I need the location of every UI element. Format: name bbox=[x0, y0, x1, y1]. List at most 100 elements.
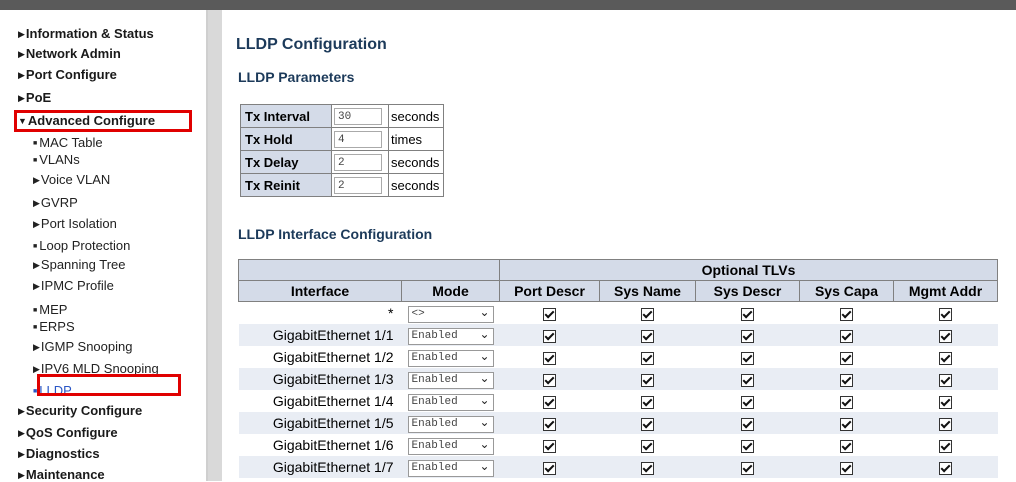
page-title: LLDP Configuration bbox=[236, 36, 387, 53]
sidebar-sub-gvrp[interactable]: ▶GVRP bbox=[33, 195, 78, 210]
mode-select[interactable]: Enabled ⌄ bbox=[407, 350, 494, 367]
table-row: GigabitEthernet 1/5 Enabled ⌄ bbox=[238, 412, 998, 434]
table-row: * <> ⌄ bbox=[238, 301, 998, 324]
sidebar-sub-voice-vlan[interactable]: ▶Voice VLAN bbox=[33, 172, 110, 187]
sys-capa-checkbox[interactable] bbox=[840, 307, 853, 321]
sys-descr-checkbox[interactable] bbox=[741, 373, 754, 387]
caret-right-icon: ▶ bbox=[33, 281, 40, 291]
sidebar-item-maintenance[interactable]: ▶Maintenance bbox=[18, 467, 105, 482]
sys-name-checkbox[interactable] bbox=[641, 307, 654, 321]
mgmt-addr-checkbox[interactable] bbox=[939, 329, 952, 343]
sidebar-sub-igmp-snooping[interactable]: ▶IGMP Snooping bbox=[33, 339, 132, 354]
chevron-down-icon: ⌄ bbox=[479, 372, 490, 386]
param-unit: times bbox=[387, 127, 445, 151]
table-row: GigabitEthernet 1/1 Enabled ⌄ bbox=[238, 324, 998, 346]
sys-descr-checkbox[interactable] bbox=[741, 439, 754, 453]
sys-name-checkbox[interactable] bbox=[641, 329, 654, 343]
sys-name-checkbox[interactable] bbox=[641, 461, 654, 475]
sidebar-sub-vlans[interactable]: ■ VLANs bbox=[33, 152, 80, 167]
table-header-row: Interface Mode Port Descr Sys Name Sys D… bbox=[238, 280, 999, 302]
mode-value: Enabled bbox=[411, 374, 458, 386]
port-descr-checkbox[interactable] bbox=[543, 395, 556, 409]
mode-value: Enabled bbox=[411, 330, 458, 342]
header-optional-tlvs: Optional TLVs bbox=[498, 259, 999, 281]
sys-capa-checkbox[interactable] bbox=[840, 439, 853, 453]
header-port-descr: Port Descr bbox=[499, 280, 600, 302]
interface-name: GigabitEthernet 1/3 bbox=[238, 368, 402, 390]
bullet-icon: ■ bbox=[33, 324, 38, 331]
sidebar-item-port-configure[interactable]: ▶Port Configure bbox=[18, 67, 117, 82]
sidebar-item-qos-configure[interactable]: ▶QoS Configure bbox=[18, 425, 118, 440]
sys-descr-checkbox[interactable] bbox=[741, 329, 754, 343]
header-sys-capa: Sys Capa bbox=[799, 280, 894, 302]
sidebar-sub-port-isolation[interactable]: ▶Port Isolation bbox=[33, 216, 117, 231]
mgmt-addr-checkbox[interactable] bbox=[939, 373, 952, 387]
mode-select[interactable]: Enabled ⌄ bbox=[407, 328, 494, 345]
port-descr-checkbox[interactable] bbox=[543, 307, 556, 321]
port-descr-checkbox[interactable] bbox=[543, 373, 556, 387]
caret-right-icon: ▶ bbox=[18, 449, 25, 459]
sidebar-item-information-status[interactable]: ▶Information & Status bbox=[18, 26, 154, 41]
sys-name-checkbox[interactable] bbox=[641, 373, 654, 387]
tx-hold-input[interactable] bbox=[334, 131, 382, 149]
mode-select[interactable]: Enabled ⌄ bbox=[407, 372, 494, 389]
sidebar-sub-ipmc-profile[interactable]: ▶IPMC Profile bbox=[33, 278, 114, 293]
interface-name: GigabitEthernet 1/1 bbox=[238, 324, 402, 346]
header-mgmt-addr: Mgmt Addr bbox=[892, 280, 999, 302]
sys-capa-checkbox[interactable] bbox=[840, 373, 853, 387]
caret-right-icon: ▶ bbox=[18, 70, 25, 80]
port-descr-checkbox[interactable] bbox=[543, 439, 556, 453]
header-mode: Mode bbox=[401, 280, 500, 302]
sys-descr-checkbox[interactable] bbox=[741, 461, 754, 475]
sidebar-item-poe[interactable]: ▶PoE bbox=[18, 90, 51, 105]
param-label: Tx Hold bbox=[240, 127, 332, 151]
port-descr-checkbox[interactable] bbox=[543, 461, 556, 475]
sys-descr-checkbox[interactable] bbox=[741, 307, 754, 321]
port-descr-checkbox[interactable] bbox=[543, 329, 556, 343]
mode-select[interactable]: Enabled ⌄ bbox=[407, 416, 494, 433]
sidebar-sub-spanning-tree[interactable]: ▶Spanning Tree bbox=[33, 257, 126, 272]
param-label: Tx Delay bbox=[240, 150, 332, 174]
caret-right-icon: ▶ bbox=[33, 175, 40, 185]
mgmt-addr-checkbox[interactable] bbox=[939, 395, 952, 409]
sys-capa-checkbox[interactable] bbox=[840, 417, 853, 431]
sys-capa-checkbox[interactable] bbox=[840, 351, 853, 365]
table-group-header-row: Optional TLVs bbox=[238, 259, 999, 281]
sys-name-checkbox[interactable] bbox=[641, 351, 654, 365]
bullet-icon: ■ bbox=[33, 243, 38, 250]
sys-descr-checkbox[interactable] bbox=[741, 417, 754, 431]
mode-select[interactable]: Enabled ⌄ bbox=[407, 438, 494, 455]
tx-interval-input[interactable] bbox=[334, 108, 382, 126]
port-descr-checkbox[interactable] bbox=[543, 417, 556, 431]
sys-name-checkbox[interactable] bbox=[641, 395, 654, 409]
mgmt-addr-checkbox[interactable] bbox=[939, 439, 952, 453]
sys-capa-checkbox[interactable] bbox=[840, 395, 853, 409]
header-sys-descr: Sys Descr bbox=[695, 280, 800, 302]
sidebar-sub-mep[interactable]: ■ MEP bbox=[33, 302, 67, 317]
sys-name-checkbox[interactable] bbox=[641, 439, 654, 453]
sys-descr-checkbox[interactable] bbox=[741, 351, 754, 365]
tx-reinit-input[interactable] bbox=[334, 177, 382, 195]
mode-select[interactable]: <> ⌄ bbox=[407, 306, 494, 323]
mgmt-addr-checkbox[interactable] bbox=[939, 307, 952, 321]
mgmt-addr-checkbox[interactable] bbox=[939, 417, 952, 431]
sys-name-checkbox[interactable] bbox=[641, 417, 654, 431]
sidebar-sub-mac-table[interactable]: ■ MAC Table bbox=[33, 135, 103, 150]
sidebar-sub-loop-protection[interactable]: ■ Loop Protection bbox=[33, 238, 130, 253]
port-descr-checkbox[interactable] bbox=[543, 351, 556, 365]
sidebar: ▶Information & Status ▶Network Admin ▶Po… bbox=[0, 10, 208, 482]
sys-capa-checkbox[interactable] bbox=[840, 461, 853, 475]
sidebar-item-security-configure[interactable]: ▶Security Configure bbox=[18, 403, 142, 418]
sidebar-item-network-admin[interactable]: ▶Network Admin bbox=[18, 46, 121, 61]
tx-delay-input[interactable] bbox=[334, 154, 382, 172]
mgmt-addr-checkbox[interactable] bbox=[939, 351, 952, 365]
mode-select[interactable]: Enabled ⌄ bbox=[407, 460, 494, 477]
mgmt-addr-checkbox[interactable] bbox=[939, 461, 952, 475]
interface-name: GigabitEthernet 1/6 bbox=[238, 434, 402, 456]
sidebar-item-diagnostics[interactable]: ▶Diagnostics bbox=[18, 446, 100, 461]
sidebar-sub-erps[interactable]: ■ ERPS bbox=[33, 319, 75, 334]
sys-descr-checkbox[interactable] bbox=[741, 395, 754, 409]
sys-capa-checkbox[interactable] bbox=[840, 329, 853, 343]
table-row: GigabitEthernet 1/2 Enabled ⌄ bbox=[238, 346, 998, 368]
mode-select[interactable]: Enabled ⌄ bbox=[407, 394, 494, 411]
